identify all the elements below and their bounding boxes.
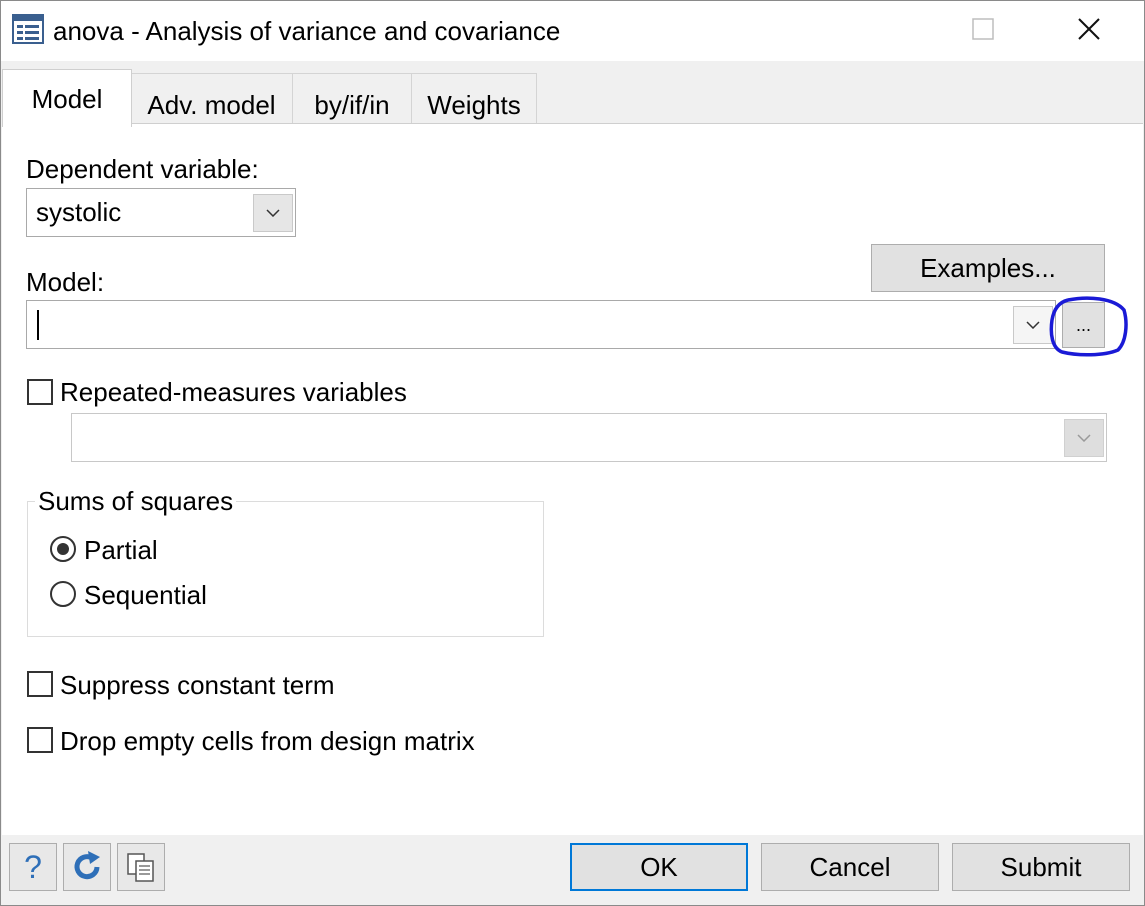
title-bar: anova - Analysis of variance and covaria… — [1, 1, 1144, 61]
reset-icon — [74, 851, 100, 880]
repeated-measures-combo — [71, 413, 1107, 462]
suppress-constant-label: Suppress constant term — [60, 670, 335, 700]
model-tab-panel: Dependent variable: systolic Examples...… — [2, 123, 1143, 835]
sequential-radio[interactable] — [50, 581, 76, 607]
cancel-button[interactable]: Cancel — [761, 843, 939, 891]
maximize-button[interactable] — [933, 1, 1033, 57]
model-dropdown[interactable] — [1013, 306, 1053, 344]
tab-by-if-in[interactable]: by/if/in — [292, 73, 412, 125]
submit-button[interactable]: Submit — [952, 843, 1130, 891]
sums-of-squares-group: Sums of squares Partial Sequential — [27, 486, 544, 637]
dependent-variable-value: systolic — [36, 197, 122, 227]
sums-of-squares-title: Sums of squares — [35, 486, 237, 516]
dependent-variable-combo[interactable]: systolic — [26, 188, 296, 237]
partial-radio[interactable] — [50, 536, 76, 562]
tab-weights[interactable]: Weights — [411, 73, 537, 125]
model-label: Model: — [26, 267, 105, 297]
tab-strip: Model Adv. model by/if/in Weights — [1, 61, 1144, 127]
maximize-icon — [972, 18, 994, 40]
sequential-label: Sequential — [84, 580, 207, 610]
anova-dialog: anova - Analysis of variance and covaria… — [0, 0, 1145, 906]
dependent-variable-label: Dependent variable: — [26, 154, 259, 184]
drop-empty-cells-checkbox[interactable] — [27, 727, 53, 753]
tab-adv-model[interactable]: Adv. model — [130, 73, 293, 125]
repeated-measures-dropdown — [1064, 419, 1104, 457]
examples-button[interactable]: Examples... — [871, 244, 1105, 292]
chevron-down-icon — [1026, 321, 1040, 329]
dependent-variable-dropdown[interactable] — [253, 194, 293, 232]
suppress-constant-checkbox[interactable] — [27, 671, 53, 697]
close-icon — [1078, 18, 1100, 40]
chevron-down-icon — [1077, 434, 1091, 442]
help-button[interactable]: ? — [9, 843, 57, 891]
ok-button[interactable]: OK — [570, 843, 748, 891]
model-input[interactable] — [26, 300, 1056, 349]
drop-empty-cells-label: Drop empty cells from design matrix — [60, 726, 475, 756]
tab-model[interactable]: Model — [2, 69, 132, 127]
dialog-app-icon — [12, 14, 44, 44]
model-browse-button[interactable]: ... — [1062, 302, 1105, 348]
chevron-down-icon — [266, 209, 280, 217]
reset-button[interactable] — [63, 843, 111, 891]
window-title: anova - Analysis of variance and covaria… — [53, 16, 561, 46]
partial-label: Partial — [84, 535, 158, 565]
close-button[interactable] — [1039, 1, 1139, 57]
dialog-footer: ? OK Cancel Submit — [1, 835, 1144, 905]
text-caret — [37, 310, 39, 340]
repeated-measures-label: Repeated-measures variables — [60, 377, 407, 407]
help-icon: ? — [24, 848, 42, 885]
copy-command-button[interactable] — [117, 843, 165, 891]
repeated-measures-checkbox[interactable] — [27, 379, 53, 405]
copy-command-icon — [127, 853, 154, 882]
radio-selected-dot — [57, 543, 69, 555]
